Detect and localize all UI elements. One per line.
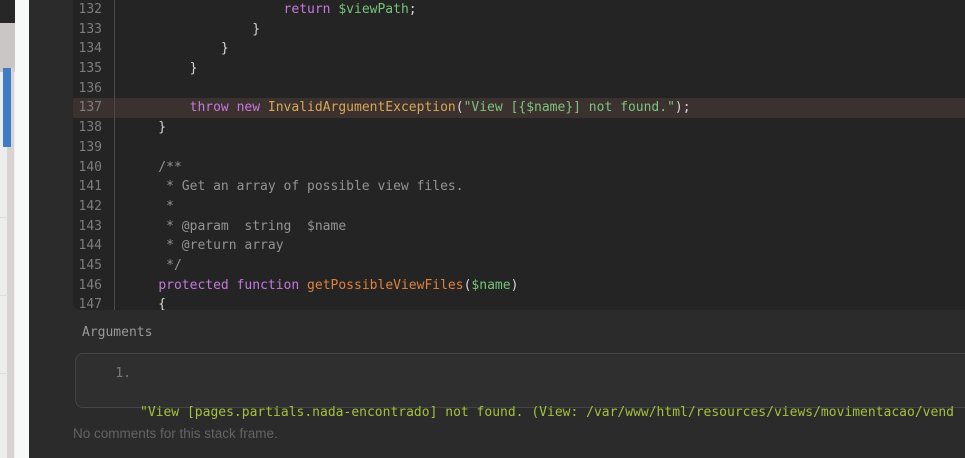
code-line-134: 134 } <box>73 39 965 59</box>
code-line-138: 138 } <box>73 118 965 138</box>
error-page: 132 return $viewPath;133 }134 }135 }1361… <box>0 0 965 458</box>
code-line-141: 141 * Get an array of possible view file… <box>73 177 965 197</box>
sidebar-scrollbar-thumb[interactable] <box>3 68 11 147</box>
code-token: * <box>127 199 174 214</box>
code-text: } <box>115 59 197 79</box>
code-token: throw <box>190 100 229 115</box>
code-text: } <box>115 118 166 138</box>
code-token <box>127 100 190 115</box>
argument-index: 1. <box>76 364 131 458</box>
line-number: 134 <box>73 39 115 59</box>
frame-separator <box>0 295 8 296</box>
code-token <box>299 278 307 293</box>
line-number: 138 <box>73 118 115 138</box>
line-number: 137 <box>73 98 115 118</box>
stack-frame-item[interactable] <box>0 23 15 72</box>
code-token: $name <box>471 278 510 293</box>
stack-frames-sidebar <box>0 0 15 458</box>
line-number: 142 <box>73 197 115 217</box>
code-token <box>229 100 237 115</box>
code-line-139: 139 <box>73 138 965 158</box>
line-number: 133 <box>73 20 115 40</box>
code-text: * @param string $name <box>115 217 346 237</box>
code-token: protected <box>158 278 228 293</box>
line-number: 147 <box>73 295 115 310</box>
line-number: 140 <box>73 158 115 178</box>
code-text: { <box>115 295 166 310</box>
code-text: } <box>115 20 260 40</box>
line-number: 139 <box>73 138 115 158</box>
code-line-147: 147 { <box>73 295 965 310</box>
code-line-133: 133 } <box>73 20 965 40</box>
frame-separator <box>0 373 8 374</box>
code-token: * Get an array of possible view files. <box>127 179 464 194</box>
code-line-132: 132 return $viewPath; <box>73 0 965 20</box>
code-text: } <box>115 39 229 59</box>
frame-separator <box>0 217 8 218</box>
code-line-136: 136 <box>73 79 965 99</box>
code-line-137: 137 throw new InvalidArgumentException("… <box>73 98 965 118</box>
no-comments-text: No comments for this stack frame. <box>73 425 278 442</box>
code-text <box>115 138 127 158</box>
line-number: 144 <box>73 236 115 256</box>
line-number: 132 <box>73 0 115 20</box>
code-line-135: 135 } <box>73 59 965 79</box>
argument-value-line: "View [pages.partials.nada-encontrado] n… <box>140 403 954 423</box>
code-line-142: 142 * <box>73 197 965 217</box>
code-token <box>260 100 268 115</box>
code-text: return $viewPath; <box>115 0 417 20</box>
argument-item: 1. "View [pages.partials.nada-encontrado… <box>76 354 965 458</box>
sidebar-header <box>0 0 15 23</box>
code-token: new <box>237 100 260 115</box>
code-token <box>127 2 284 17</box>
line-number: 136 <box>73 79 115 99</box>
code-text: protected function getPossibleViewFiles(… <box>115 276 518 296</box>
code-token: return <box>284 2 331 17</box>
code-token: { <box>127 297 166 310</box>
code-token: function <box>237 278 300 293</box>
line-number: 135 <box>73 59 115 79</box>
code-token <box>229 278 237 293</box>
code-line-146: 146 protected function getPossibleViewFi… <box>73 276 965 296</box>
code-text: /** <box>115 158 182 178</box>
code-token: /** <box>127 160 182 175</box>
code-token: } <box>127 41 229 56</box>
arguments-box: 1. "View [pages.partials.nada-encontrado… <box>75 353 965 408</box>
line-number: 145 <box>73 256 115 276</box>
code-text: throw new InvalidArgumentException("View… <box>115 98 691 118</box>
code-line-145: 145 */ <box>73 256 965 276</box>
code-token: ( <box>456 100 464 115</box>
code-token: } <box>127 61 197 76</box>
code-token: * @return array <box>127 238 284 253</box>
code-token: } <box>127 22 260 37</box>
code-text: * <box>115 197 174 217</box>
code-text: * Get an array of possible view files. <box>115 177 464 197</box>
code-text: */ <box>115 256 182 276</box>
code-token: $viewPath <box>338 2 408 17</box>
line-number: 146 <box>73 276 115 296</box>
line-number: 143 <box>73 217 115 237</box>
argument-value: "View [pages.partials.nada-encontrado] n… <box>140 364 954 458</box>
stack-frame-panel: 132 return $viewPath;133 }134 }135 }1361… <box>29 0 965 458</box>
code-token: ) <box>511 278 519 293</box>
code-token <box>127 278 158 293</box>
code-lines: 132 return $viewPath;133 }134 }135 }1361… <box>73 0 965 310</box>
line-number: 141 <box>73 177 115 197</box>
code-snippet[interactable]: 132 return $viewPath;133 }134 }135 }1361… <box>73 0 965 310</box>
code-line-144: 144 * @return array <box>73 236 965 256</box>
code-text: * @return array <box>115 236 284 256</box>
code-token: * @param string $name <box>127 219 346 234</box>
code-token: ); <box>675 100 691 115</box>
code-text <box>115 79 127 99</box>
code-token: "View [{$name}] not found." <box>464 100 675 115</box>
code-token: ; <box>409 2 417 17</box>
code-token: */ <box>127 258 182 273</box>
arguments-heading: Arguments <box>82 326 152 340</box>
code-token: getPossibleViewFiles <box>307 278 464 293</box>
code-token: } <box>127 120 166 135</box>
code-token: InvalidArgumentException <box>268 100 456 115</box>
content-gutter <box>15 0 29 458</box>
code-line-140: 140 /** <box>73 158 965 178</box>
code-line-143: 143 * @param string $name <box>73 217 965 237</box>
